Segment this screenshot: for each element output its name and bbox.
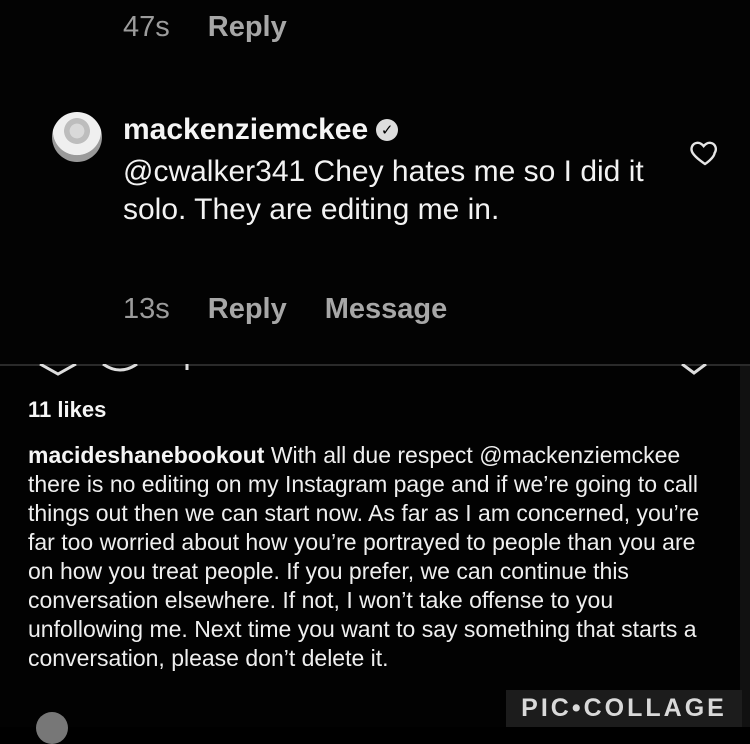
heart-outline-icon[interactable] [688,136,722,168]
heart-icon [39,364,77,376]
comment-meta: 13s Reply Message [123,293,447,326]
watermark-logo: PIC•COLLAGE [506,690,742,727]
comment-text: @cwalker341 Chey hates me so I did it so… [123,155,644,226]
comment-username[interactable]: mackenziemckee [123,113,368,147]
comment-icon [102,364,138,372]
comment-header: mackenziemckee ✓ [123,113,663,147]
comment-timestamp: 13s [123,293,170,325]
reply-button[interactable]: Reply [208,293,287,326]
collage-right-edge [740,366,750,727]
avatar [36,712,68,744]
previous-comment-meta: 47s Reply [123,11,287,44]
comment: mackenziemckee ✓ @cwalker341 Chey hates … [123,113,663,229]
verified-badge-icon: ✓ [376,119,399,141]
caption-text: With all due respect @mackenziemckee the… [28,442,700,671]
bookmark-icon [681,364,707,375]
likes-count[interactable]: 11 likes [28,397,106,423]
caption-username[interactable]: macideshanebookout [28,442,264,468]
post-caption: macideshanebookout With all due respect … [28,441,718,673]
post-action-icons-partial [39,364,707,376]
reply-button[interactable]: Reply [208,11,287,44]
comment-timestamp: 47s [123,11,170,43]
message-button[interactable]: Message [325,293,448,326]
avatar[interactable] [52,112,102,162]
